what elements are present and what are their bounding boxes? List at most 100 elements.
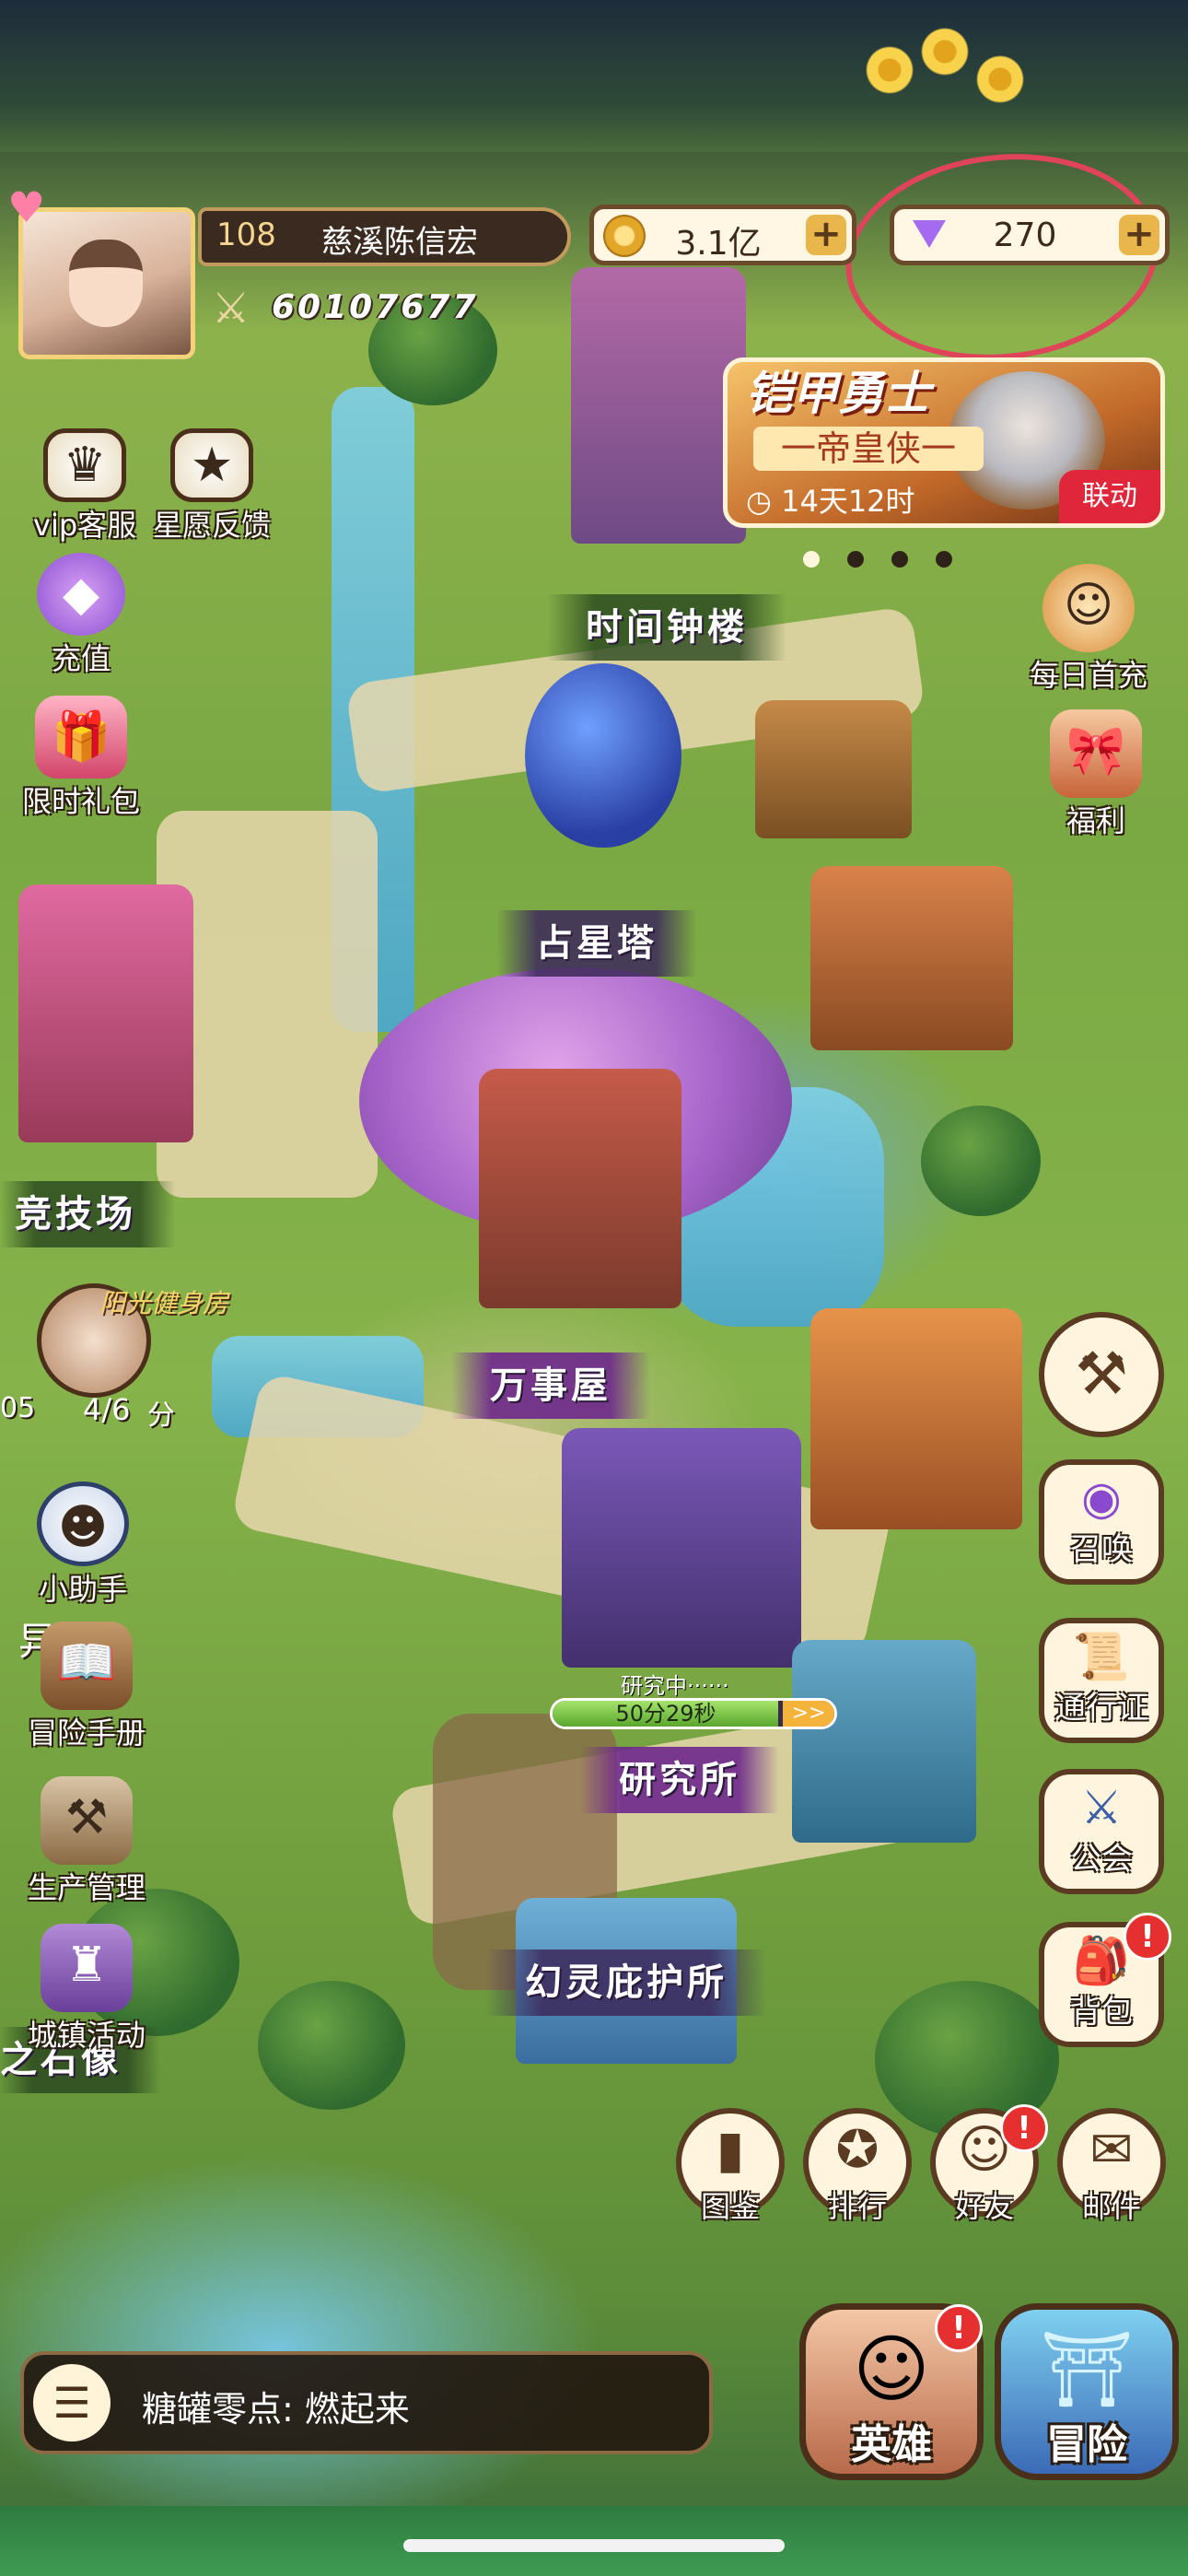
- adventure-guide-label: 冒险手册: [28, 1715, 146, 1751]
- alert-badge: !: [1000, 2104, 1048, 2152]
- gym-sign: 阳光健身房: [99, 1288, 229, 1318]
- limited-gift-button[interactable]: 🎁 限时礼包: [22, 696, 140, 821]
- ranking-button[interactable]: ✪ 排行: [803, 2108, 912, 2224]
- ranking-label: 排行: [827, 2189, 887, 2224]
- gold-value: 3.1亿: [675, 225, 762, 263]
- arena-count: 4/6: [83, 1392, 131, 1427]
- mail-button[interactable]: ✉ 邮件: [1057, 2108, 1166, 2224]
- codex-button[interactable]: ▮ 图鉴: [676, 2108, 785, 2224]
- wish-feedback-label: 星愿反馈: [153, 508, 272, 543]
- event-banner[interactable]: 铠甲勇士 一帝皇侠一 ◷ 14天12时 联动: [723, 357, 1165, 528]
- research-label[interactable]: 研究所: [580, 1747, 779, 1813]
- player-level: 108: [216, 217, 276, 253]
- assistant-button[interactable]: ☻ 小助手: [37, 1481, 129, 1609]
- present-icon: 🎀: [1050, 709, 1142, 798]
- star-card-icon: ★: [170, 428, 253, 502]
- arena-timer-prefix: 05: [0, 1392, 36, 1424]
- vip-service-button[interactable]: ♛ vip客服: [33, 428, 136, 544]
- friends-button[interactable]: ☺ 好友 !: [930, 2104, 1048, 2224]
- mail-icon: ✉: [1089, 2120, 1134, 2180]
- chat-bar[interactable]: ☰ 糖罐零点: 燃起来: [20, 2351, 713, 2454]
- carousel-dot[interactable]: [803, 551, 820, 568]
- recharge-button[interactable]: ◆ 充值: [37, 553, 125, 678]
- adventure-button[interactable]: ⛩ 冒险: [995, 2303, 1179, 2480]
- add-gold-button[interactable]: +: [806, 215, 846, 255]
- carousel-dot[interactable]: [891, 551, 908, 568]
- sunflower-decoration: [921, 28, 969, 76]
- player-level-bar: 108 慈溪陈信宏: [198, 207, 571, 266]
- codex-label: 图鉴: [700, 2189, 760, 2224]
- house-building[interactable]: [755, 700, 912, 838]
- workshop-building[interactable]: [810, 866, 1013, 1050]
- production-button[interactable]: ⚒ 生产管理: [28, 1776, 146, 1907]
- event-timer: ◷ 14天12时: [746, 478, 915, 521]
- guild-button[interactable]: ⚔ 公会: [1039, 1769, 1164, 1894]
- event-subtitle: 一帝皇侠一: [753, 427, 984, 471]
- general-store-label[interactable]: 万事屋: [451, 1352, 650, 1419]
- tree: [921, 1106, 1041, 1216]
- pass-scroll-icon: 📜: [1072, 1630, 1131, 1683]
- spirit-shelter-label[interactable]: 幻灵庇护所: [486, 1950, 766, 2016]
- event-brand: 铠甲勇士: [746, 367, 930, 420]
- star-tower-building[interactable]: [525, 663, 681, 848]
- gold-counter: 3.1亿 +: [589, 205, 856, 265]
- battle-pass-button[interactable]: 📜 通行证: [1039, 1618, 1164, 1743]
- sunflower-decoration: [866, 46, 914, 94]
- backpack-button[interactable]: 🎒 背包 !: [1039, 1913, 1171, 2047]
- add-gems-button[interactable]: +: [1119, 215, 1159, 255]
- chat-bubble-icon[interactable]: ☰: [33, 2364, 111, 2441]
- heart-icon: ♥: [7, 182, 46, 232]
- wish-feedback-button[interactable]: ★ 星愿反馈: [153, 428, 271, 544]
- heroes-button[interactable]: ☺ 英雄 !: [799, 2303, 984, 2480]
- general-store-building[interactable]: [479, 1069, 681, 1308]
- clock-icon: ◷: [746, 484, 782, 519]
- research-status: 研究中······: [621, 1673, 729, 1699]
- research-building[interactable]: [562, 1428, 801, 1668]
- carousel-dot[interactable]: [847, 551, 864, 568]
- swords-shield-icon: ⚔: [1080, 1781, 1123, 1834]
- build-hammer-icon: ⚒: [1075, 1341, 1128, 1409]
- speed-up-button[interactable]: >>: [783, 1701, 834, 1727]
- research-time: 50分29秒: [615, 1701, 716, 1727]
- limited-gift-label: 限时礼包: [22, 784, 141, 819]
- welfare-label: 福利: [1066, 803, 1125, 838]
- summon-label: 召唤: [1070, 1531, 1133, 1568]
- book-icon: 📖: [41, 1622, 133, 1710]
- carousel-dot[interactable]: [936, 551, 952, 568]
- gem-counter: 270 +: [890, 205, 1170, 265]
- arena-building[interactable]: [18, 884, 193, 1142]
- gem-value: 270: [993, 217, 1057, 254]
- chat-message: 糖罐零点: 燃起来: [142, 2389, 410, 2430]
- recharge-label: 充值: [51, 641, 111, 676]
- town-events-button[interactable]: ♜ 城镇活动: [28, 1924, 146, 2055]
- guild-label: 公会: [1070, 1841, 1133, 1878]
- adventure-guide-button[interactable]: 📖 冒险手册: [28, 1622, 146, 1752]
- welfare-button[interactable]: 🎀 福利: [1050, 709, 1142, 840]
- combat-power: 60107677: [272, 288, 479, 326]
- event-tag: 联动: [1059, 470, 1160, 523]
- battle-pass-label: 通行证: [1054, 1690, 1148, 1727]
- time-tower-label[interactable]: 时间钟楼: [547, 594, 786, 661]
- daily-first-recharge-button[interactable]: ☺ 每日首充: [1030, 564, 1147, 695]
- heroes-label: 英雄: [851, 2421, 932, 2468]
- alert-badge: !: [935, 2304, 983, 2352]
- production-label: 生产管理: [28, 1870, 146, 1905]
- player-name: 慈溪陈信宏: [321, 224, 478, 261]
- build-button[interactable]: ⚒: [1039, 1312, 1164, 1437]
- mail-label: 邮件: [1081, 2189, 1141, 2224]
- arena-label[interactable]: 竞技场: [0, 1181, 175, 1247]
- research-progress-bar: 50分29秒 >>: [550, 1698, 837, 1729]
- summon-portal-icon: ◉: [1081, 1471, 1122, 1525]
- banner-carousel-dots: [803, 551, 980, 571]
- town-events-label: 城镇活动: [28, 2018, 146, 2053]
- bakery-building[interactable]: [810, 1308, 1022, 1529]
- summon-button[interactable]: ◉ 召唤: [1039, 1459, 1164, 1585]
- friends-label: 好友: [954, 2189, 1014, 2224]
- avatar-face: [69, 240, 143, 327]
- time-tower-building[interactable]: [571, 267, 746, 544]
- vip-service-label: vip客服: [33, 508, 137, 543]
- star-tower-label[interactable]: 占星塔: [497, 910, 696, 977]
- tower-building[interactable]: [792, 1640, 976, 1843]
- home-indicator[interactable]: [403, 2539, 785, 2552]
- gift-box-icon: 🎁: [35, 696, 127, 779]
